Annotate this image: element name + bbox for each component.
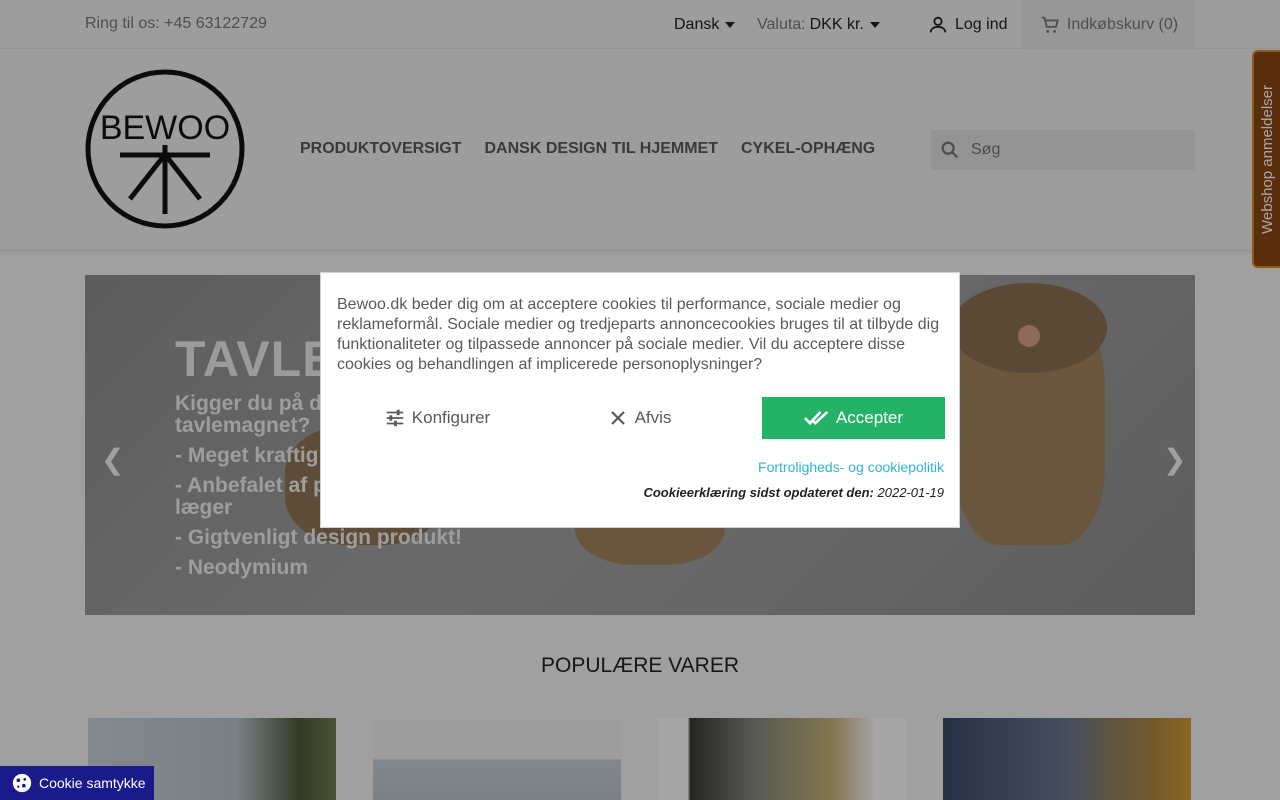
carousel-next-icon[interactable]: ❯	[1163, 443, 1186, 476]
language-label: Dansk	[674, 16, 720, 33]
sliders-icon	[386, 409, 404, 427]
reject-label: Afvis	[634, 408, 672, 427]
currency-label: Valuta:	[757, 16, 806, 33]
wood-peg-pin-image	[1018, 325, 1040, 347]
login-label: Log ind	[955, 16, 1008, 33]
search-icon[interactable]	[939, 139, 961, 161]
nav-item-dansk-design[interactable]: DANSK DESIGN TIL HJEMMET	[485, 140, 719, 158]
top-bar: Ring til os: +45 63122729 Dansk Valuta: …	[0, 0, 1280, 49]
cookie-consent-badge[interactable]: Cookie samtykke	[0, 766, 154, 800]
cookie-consent-modal: Bewoo.dk beder dig om at acceptere cooki…	[320, 272, 960, 528]
search-input[interactable]	[971, 141, 1171, 159]
updated-date: 2022-01-19	[877, 485, 945, 500]
nav-item-cykel-ophaeng[interactable]: CYKEL-OPHÆNG	[741, 140, 875, 158]
cart-label: Indkøbskurv (0)	[1066, 15, 1179, 33]
main-navigation: PRODUKTOVERSIGT DANSK DESIGN TIL HJEMMET…	[300, 140, 875, 158]
cookie-badge-label: Cookie samtykke	[39, 775, 146, 791]
updated-label: Cookieerklæring sidst opdateret den:	[643, 485, 874, 500]
double-check-icon	[803, 410, 829, 426]
webshop-reviews-tab[interactable]: Webshop anmeldelser	[1252, 50, 1280, 268]
user-icon	[929, 16, 947, 33]
privacy-policy-link[interactable]: Fortroligheds- og cookiepolitik	[758, 459, 944, 475]
reject-button[interactable]: Afvis	[537, 408, 743, 428]
cookie-consent-text: Bewoo.dk beder dig om at acceptere cooki…	[337, 296, 940, 373]
logo[interactable]: BEWOO	[85, 69, 245, 229]
bewoo-logo-icon: BEWOO	[85, 69, 245, 229]
slide-line: - Gigtvenligt design produkt!	[175, 526, 462, 549]
currency-selector[interactable]: Valuta: DKK kr.	[757, 16, 880, 34]
search-box	[931, 130, 1195, 170]
cart-button[interactable]: Indkøbskurv (0)	[1022, 0, 1195, 49]
currency-value: DKK kr.	[809, 16, 864, 33]
slide-title: TAVLE	[175, 331, 337, 387]
shopping-cart-icon	[1041, 16, 1059, 33]
cookie-actions: Konfigurer Afvis Accepter	[337, 397, 945, 439]
product-list	[88, 718, 1191, 800]
popular-products-title: POPULÆRE VARER	[541, 654, 739, 677]
product-thumbnail[interactable]	[943, 718, 1191, 800]
svg-text:BEWOO: BEWOO	[100, 109, 230, 147]
accept-button[interactable]: Accepter	[762, 397, 945, 439]
configure-label: Konfigurer	[411, 408, 491, 427]
carousel-prev-icon[interactable]: ❮	[101, 443, 124, 476]
configure-button[interactable]: Konfigurer	[337, 407, 537, 429]
cookie-icon	[12, 773, 32, 793]
nav-item-produktoversigt[interactable]: PRODUKTOVERSIGT	[300, 140, 462, 158]
slide-line: - Neodymium	[175, 556, 309, 579]
phone-number: Ring til os: +45 63122729	[85, 15, 267, 32]
accept-label: Accepter	[835, 408, 904, 427]
close-icon	[610, 411, 625, 425]
product-thumbnail[interactable]	[658, 718, 906, 800]
product-thumbnail[interactable]	[373, 718, 621, 800]
chevron-down-icon	[869, 22, 880, 28]
site-header: BEWOO PRODUKTOVERSIGT DANSK DESIGN TIL H…	[0, 49, 1280, 250]
chevron-down-icon	[725, 22, 736, 28]
login-link[interactable]: Log ind	[927, 14, 1008, 36]
reviews-tab-label: Webshop anmeldelser	[1258, 84, 1276, 234]
cookie-updated-line: Cookieerklæring sidst opdateret den: 202…	[643, 485, 944, 500]
language-selector[interactable]: Dansk	[674, 16, 736, 34]
